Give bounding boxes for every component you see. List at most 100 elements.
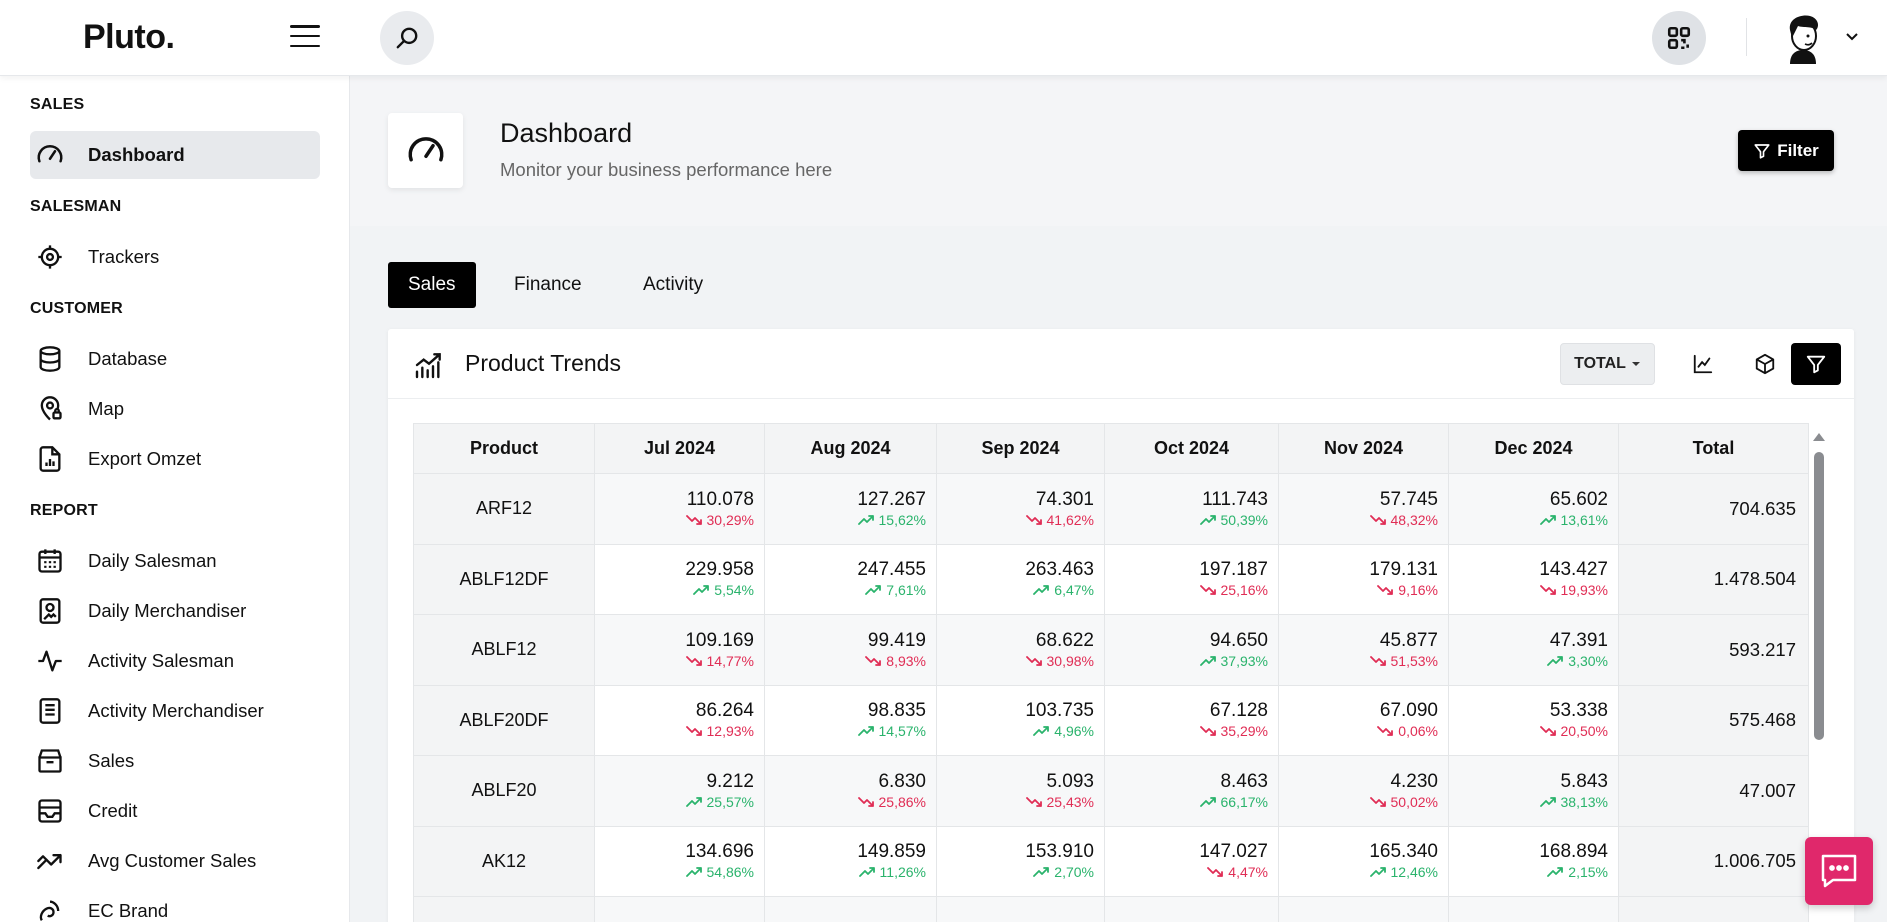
column-header[interactable]: Nov 2024 bbox=[1278, 423, 1449, 474]
month-value-cell: 6.830 25,86% bbox=[764, 755, 937, 827]
avatar[interactable] bbox=[1778, 12, 1828, 64]
cell-value: 179.131 bbox=[1369, 559, 1438, 581]
change-down-indicator: 4,47% bbox=[1207, 863, 1268, 881]
month-value-cell: 98.835 14,57% bbox=[764, 684, 937, 756]
total-dropdown[interactable]: TOTAL bbox=[1560, 343, 1655, 385]
document-icon bbox=[34, 695, 66, 727]
cell-value: 111.743 bbox=[1202, 488, 1268, 510]
card-title: Product Trends bbox=[465, 350, 621, 376]
cell-value: 263.463 bbox=[1025, 559, 1094, 581]
month-value-cell: 4.230 50,02% bbox=[1278, 755, 1449, 827]
month-value-cell: 149.859 11,26% bbox=[764, 825, 937, 897]
sidebar-item-sales[interactable]: Sales bbox=[30, 737, 320, 785]
sidebar-item-dashboard[interactable]: Dashboard bbox=[30, 131, 320, 179]
line-chart-button[interactable] bbox=[1678, 343, 1728, 385]
sidebar-item-activity-merchandiser[interactable]: Activity Merchandiser bbox=[30, 687, 320, 735]
trend-down-icon bbox=[1539, 581, 1556, 599]
product-trends-card: Product Trends TOTAL Product Jul 2024 Aug … bbox=[388, 329, 1854, 922]
tab-sales[interactable]: Sales bbox=[388, 262, 476, 308]
change-up-indicator: 5,54% bbox=[693, 581, 754, 599]
cell-value: 47.391 bbox=[1549, 629, 1608, 651]
sidebar-item-database[interactable]: Database bbox=[30, 335, 320, 383]
filter-icon bbox=[1754, 143, 1770, 159]
cell-value: 99.419 bbox=[867, 629, 926, 651]
change-down-indicator: 51,53% bbox=[1369, 652, 1438, 670]
product-cell: ARF12 bbox=[413, 473, 595, 545]
app-logo[interactable]: Pluto. bbox=[83, 18, 175, 57]
cell-value: 86.264 bbox=[695, 700, 754, 722]
change-down-indicator: 25,86% bbox=[857, 793, 926, 811]
trend-down-icon bbox=[1369, 793, 1386, 811]
month-value-cell: 67.090 0,06% bbox=[1278, 684, 1449, 756]
sidebar-item-activity-salesman[interactable]: Activity Salesman bbox=[30, 637, 320, 685]
table-header-row: Product Jul 2024 Aug 2024 Sep 2024 Oct 2024 N… bbox=[413, 423, 1809, 474]
sidebar-item-credit[interactable]: Credit bbox=[30, 787, 320, 835]
column-header[interactable]: Aug 2024 bbox=[764, 423, 937, 474]
change-down-indicator: 8,93% bbox=[865, 652, 926, 670]
table-filter-button[interactable] bbox=[1791, 343, 1841, 385]
sidebar-item-export-omzet[interactable]: Export Omzet bbox=[30, 435, 320, 483]
table-row[interactable]: AK12 134.696 54,86% 149.859 11,26% 153.910 2,7… bbox=[413, 825, 1809, 897]
month-value-cell: 1.392.627 bbox=[1278, 896, 1449, 922]
scroll-up-arrow[interactable] bbox=[1813, 433, 1825, 441]
column-header[interactable]: Product bbox=[413, 423, 595, 474]
scrollbar-thumb[interactable] bbox=[1814, 452, 1824, 740]
sidebar-item-daily-merchandiser[interactable]: Daily Merchandiser bbox=[30, 587, 320, 635]
cell-value: 68.622 bbox=[1035, 629, 1094, 651]
sidebar-item-map[interactable]: Map bbox=[30, 385, 320, 433]
sidebar-item-avg-customer-sales[interactable]: Avg Customer Sales bbox=[30, 837, 320, 885]
trend-down-icon bbox=[1199, 581, 1216, 599]
trend-up-icon bbox=[1547, 863, 1564, 881]
change-down-indicator: 12,93% bbox=[685, 722, 754, 740]
table-row[interactable]: ABLF12 109.169 14,77% 99.419 8,93% 68.622 30,9… bbox=[413, 614, 1809, 686]
change-up-indicator: 37,93% bbox=[1199, 652, 1268, 670]
column-header[interactable]: Dec 2024 bbox=[1448, 423, 1619, 474]
column-header[interactable]: Total bbox=[1618, 423, 1809, 474]
tab-finance[interactable]: Finance bbox=[494, 262, 602, 308]
change-up-indicator: 38,13% bbox=[1539, 793, 1608, 811]
table-row[interactable]: ABLF20DF 86.264 12,93% 98.835 14,57% 103.735 4… bbox=[413, 684, 1809, 756]
month-value-cell: 197.187 25,16% bbox=[1104, 543, 1279, 615]
chat-button[interactable] bbox=[1805, 837, 1873, 905]
table-row[interactable]: ARF12 110.078 30,29% 127.267 15,62% 74.301 41,… bbox=[413, 473, 1809, 545]
trend-down-icon bbox=[685, 511, 702, 529]
sidebar: SALES Dashboard SALESMAN Trackers CUSTOM… bbox=[0, 76, 350, 922]
chevron-down-icon[interactable] bbox=[1844, 30, 1860, 42]
sidebar-item-daily-salesman[interactable]: Daily Salesman bbox=[30, 537, 320, 585]
month-value-cell: 1.580.129 bbox=[594, 896, 765, 922]
column-header[interactable]: Oct 2024 bbox=[1104, 423, 1279, 474]
table-row[interactable]: ABLF20 9.212 25,57% 6.830 25,86% 5.093 25,43% 8… bbox=[413, 755, 1809, 827]
table-row[interactable]: 1.580.1291.793.2181.387.1451.661.6161.39… bbox=[413, 896, 1809, 922]
inbox-icon bbox=[34, 795, 66, 827]
trend-up-icon bbox=[685, 793, 702, 811]
menu-toggle-icon[interactable] bbox=[290, 25, 320, 47]
total-cell: 47.007 bbox=[1618, 755, 1809, 827]
change-down-indicator: 50,02% bbox=[1369, 793, 1438, 811]
trend-down-icon bbox=[1025, 511, 1042, 529]
cell-value: 98.835 bbox=[867, 700, 926, 722]
sidebar-item-ec-brand[interactable]: EC Brand bbox=[30, 887, 320, 922]
3d-box-button[interactable] bbox=[1740, 343, 1790, 385]
trend-up-icon bbox=[1547, 652, 1564, 670]
column-header[interactable]: Sep 2024 bbox=[936, 423, 1105, 474]
tab-activity[interactable]: Activity bbox=[623, 262, 723, 308]
filter-button[interactable]: Filter bbox=[1738, 130, 1834, 171]
table-row[interactable]: ABLF12DF 229.958 5,54% 247.455 7,61% 263.463 6… bbox=[413, 543, 1809, 615]
sidebar-item-trackers[interactable]: Trackers bbox=[30, 233, 320, 281]
product-cell: ABLF12 bbox=[413, 614, 595, 686]
change-down-indicator: 25,43% bbox=[1025, 793, 1094, 811]
change-up-indicator: 13,61% bbox=[1539, 511, 1608, 529]
chat-icon bbox=[1821, 854, 1857, 888]
change-down-indicator: 19,93% bbox=[1539, 581, 1608, 599]
search-button[interactable] bbox=[380, 11, 434, 65]
page-subtitle: Monitor your business performance here bbox=[500, 159, 833, 180]
qr-code-button[interactable] bbox=[1652, 11, 1706, 65]
column-header[interactable]: Jul 2024 bbox=[594, 423, 765, 474]
cell-value: 127.267 bbox=[857, 488, 926, 510]
change-up-indicator: 7,61% bbox=[865, 581, 926, 599]
cell-value: 65.602 bbox=[1549, 488, 1608, 510]
month-value-cell: 45.877 51,53% bbox=[1278, 614, 1449, 686]
change-down-indicator: 25,16% bbox=[1199, 581, 1268, 599]
cell-value: 197.187 bbox=[1199, 559, 1268, 581]
trend-down-icon bbox=[1025, 793, 1042, 811]
